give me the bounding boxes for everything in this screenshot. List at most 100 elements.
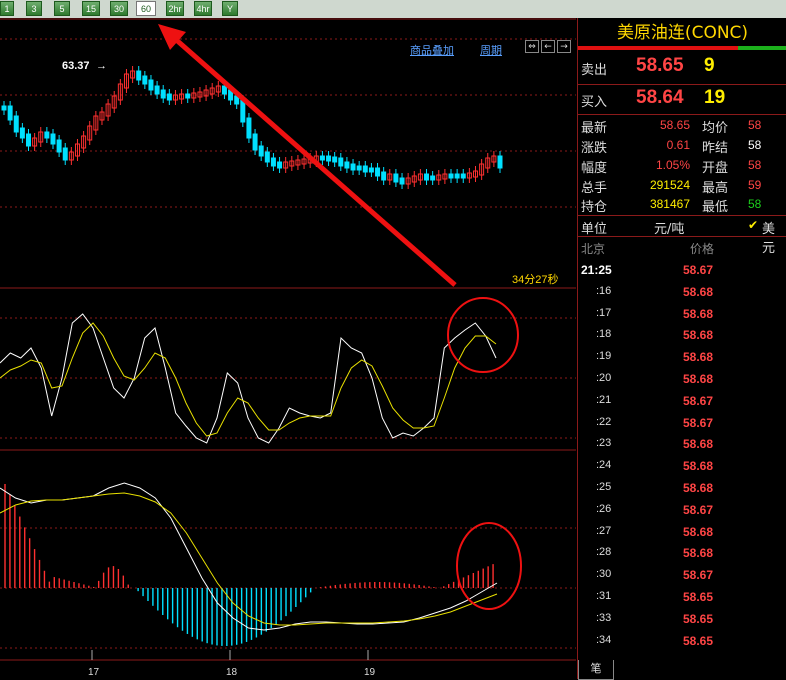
candle-body bbox=[154, 85, 160, 95]
currency-toggle[interactable]: 美元 bbox=[762, 218, 786, 256]
candle-body bbox=[136, 70, 142, 81]
range-label: 幅度 bbox=[581, 161, 608, 176]
scroll-right-button[interactable]: → bbox=[557, 40, 571, 53]
macd-dea-line bbox=[0, 492, 498, 626]
macd-dif-line bbox=[0, 482, 498, 631]
tick-row: :18 58.68 bbox=[578, 325, 786, 347]
tick-price: 58.68 bbox=[683, 459, 714, 474]
tick-row: :19 58.68 bbox=[578, 347, 786, 369]
tick-price: 58.67 bbox=[683, 263, 714, 277]
change-label: 涨跌 bbox=[581, 141, 608, 156]
candle-body bbox=[332, 156, 338, 163]
candle-body bbox=[344, 161, 350, 169]
check-icon[interactable]: ✔ bbox=[748, 218, 758, 232]
tick-time: 21:25 bbox=[581, 263, 612, 277]
tick-time: :24 bbox=[596, 459, 612, 472]
tick-row: :17 58.68 bbox=[578, 304, 786, 326]
tick-price: 58.67 bbox=[683, 502, 714, 517]
tick-price: 58.67 bbox=[683, 393, 714, 408]
candle-body bbox=[448, 173, 454, 179]
high-arrow: → bbox=[96, 60, 107, 72]
zoom-out-button[interactable]: ⇔ bbox=[525, 40, 539, 53]
open-label: 开盘 bbox=[702, 161, 729, 176]
buy-label: 买入 bbox=[581, 95, 608, 110]
tf-button-1[interactable]: 1 bbox=[0, 1, 14, 16]
candle-body bbox=[460, 173, 466, 179]
volume-label: 总手 bbox=[581, 181, 608, 196]
kline-chart[interactable]: 63.37 → 34分27秒 17 18 19 bbox=[0, 18, 576, 679]
candlestick-series bbox=[1, 66, 503, 189]
period-link[interactable]: 周期 bbox=[480, 42, 502, 58]
candle-body bbox=[50, 133, 56, 145]
tick-time: :23 bbox=[596, 437, 612, 450]
prev-settle-value: 58 bbox=[748, 138, 762, 152]
tick-row: :28 58.68 bbox=[578, 543, 786, 565]
open-interest-value: 381467 bbox=[649, 197, 690, 211]
tick-row: :24 58.68 bbox=[578, 456, 786, 478]
high-value: 59 bbox=[748, 178, 762, 192]
candle-body bbox=[258, 145, 264, 157]
chart-area[interactable]: 63.37 → 34分27秒 17 18 19 商品叠加 周期 ⇔ ← → bbox=[0, 18, 576, 679]
change-value: 0.61 bbox=[666, 138, 690, 152]
high-label: 最高 bbox=[702, 181, 729, 196]
candle-body bbox=[185, 93, 191, 99]
annotation-arrow bbox=[158, 24, 457, 287]
candle-body bbox=[142, 75, 148, 85]
tick-time: :17 bbox=[596, 306, 612, 319]
candle-body bbox=[497, 155, 503, 169]
high-price-label: 63.37 bbox=[62, 60, 90, 72]
tick-price: 58.68 bbox=[683, 372, 714, 386]
candle-body bbox=[338, 157, 344, 167]
date-label-19: 19 bbox=[364, 667, 376, 678]
timeframe-toolbar: 1 3 5 15 30 60 2hr 4hr Y bbox=[0, 0, 786, 18]
tick-price: 58.68 bbox=[683, 524, 714, 539]
tf-button-15[interactable]: 15 bbox=[82, 1, 100, 16]
tf-button-60[interactable]: 60 bbox=[136, 1, 156, 16]
buy-price: 58.64 bbox=[636, 87, 684, 108]
tick-row: :23 58.68 bbox=[578, 434, 786, 456]
candle-body bbox=[375, 167, 381, 177]
tick-row: :20 58.68 bbox=[578, 369, 786, 391]
tf-button-3[interactable]: 3 bbox=[26, 1, 42, 16]
overlay-link[interactable]: 商品叠加 bbox=[410, 42, 454, 58]
candle-body bbox=[356, 165, 362, 171]
avg-label: 均价 bbox=[702, 121, 729, 136]
candle-body bbox=[454, 173, 460, 179]
tick-time: :18 bbox=[596, 328, 612, 341]
tick-time: :19 bbox=[596, 350, 612, 363]
low-value: 58 bbox=[748, 197, 762, 211]
tick-row: :26 58.67 bbox=[578, 500, 786, 522]
tick-price: 58.68 bbox=[683, 437, 714, 452]
tick-price: 58.67 bbox=[683, 568, 714, 583]
candle-body bbox=[362, 165, 368, 173]
tf-button-5[interactable]: 5 bbox=[54, 1, 70, 16]
instrument-title: 美原油连(CONC) bbox=[616, 23, 749, 43]
scroll-left-button[interactable]: ← bbox=[541, 40, 555, 53]
tick-price: 58.68 bbox=[683, 350, 714, 365]
tick-time: :27 bbox=[596, 524, 612, 537]
buy-qty: 19 bbox=[704, 87, 726, 108]
countdown-label: 34分27秒 bbox=[512, 272, 558, 286]
candle-body bbox=[277, 161, 283, 169]
tick-time: :33 bbox=[596, 611, 612, 624]
candle-body bbox=[319, 155, 325, 161]
tick-time: :22 bbox=[596, 415, 612, 428]
tick-time: :21 bbox=[596, 393, 612, 406]
tick-row: :27 58.68 bbox=[578, 522, 786, 544]
candle-body bbox=[25, 133, 31, 147]
tick-time: :30 bbox=[596, 568, 612, 581]
candle-body bbox=[13, 115, 19, 133]
tick-row: 21:25 58.67 bbox=[578, 260, 786, 282]
unit-label: 单位 bbox=[581, 222, 608, 237]
tab-ticks[interactable]: 笔 bbox=[578, 660, 614, 680]
candle-body bbox=[252, 133, 258, 151]
tf-button-y[interactable]: Y bbox=[222, 1, 238, 16]
latest-value: 58.65 bbox=[659, 118, 690, 132]
bid-ask-bar-red bbox=[578, 46, 738, 50]
tf-button-2hr[interactable]: 2hr bbox=[166, 1, 184, 16]
tf-button-30[interactable]: 30 bbox=[110, 1, 128, 16]
range-value: 1.05% bbox=[655, 158, 690, 172]
tf-button-4hr[interactable]: 4hr bbox=[194, 1, 212, 16]
tick-price: 58.68 bbox=[683, 328, 714, 343]
tick-price: 58.68 bbox=[683, 481, 714, 495]
